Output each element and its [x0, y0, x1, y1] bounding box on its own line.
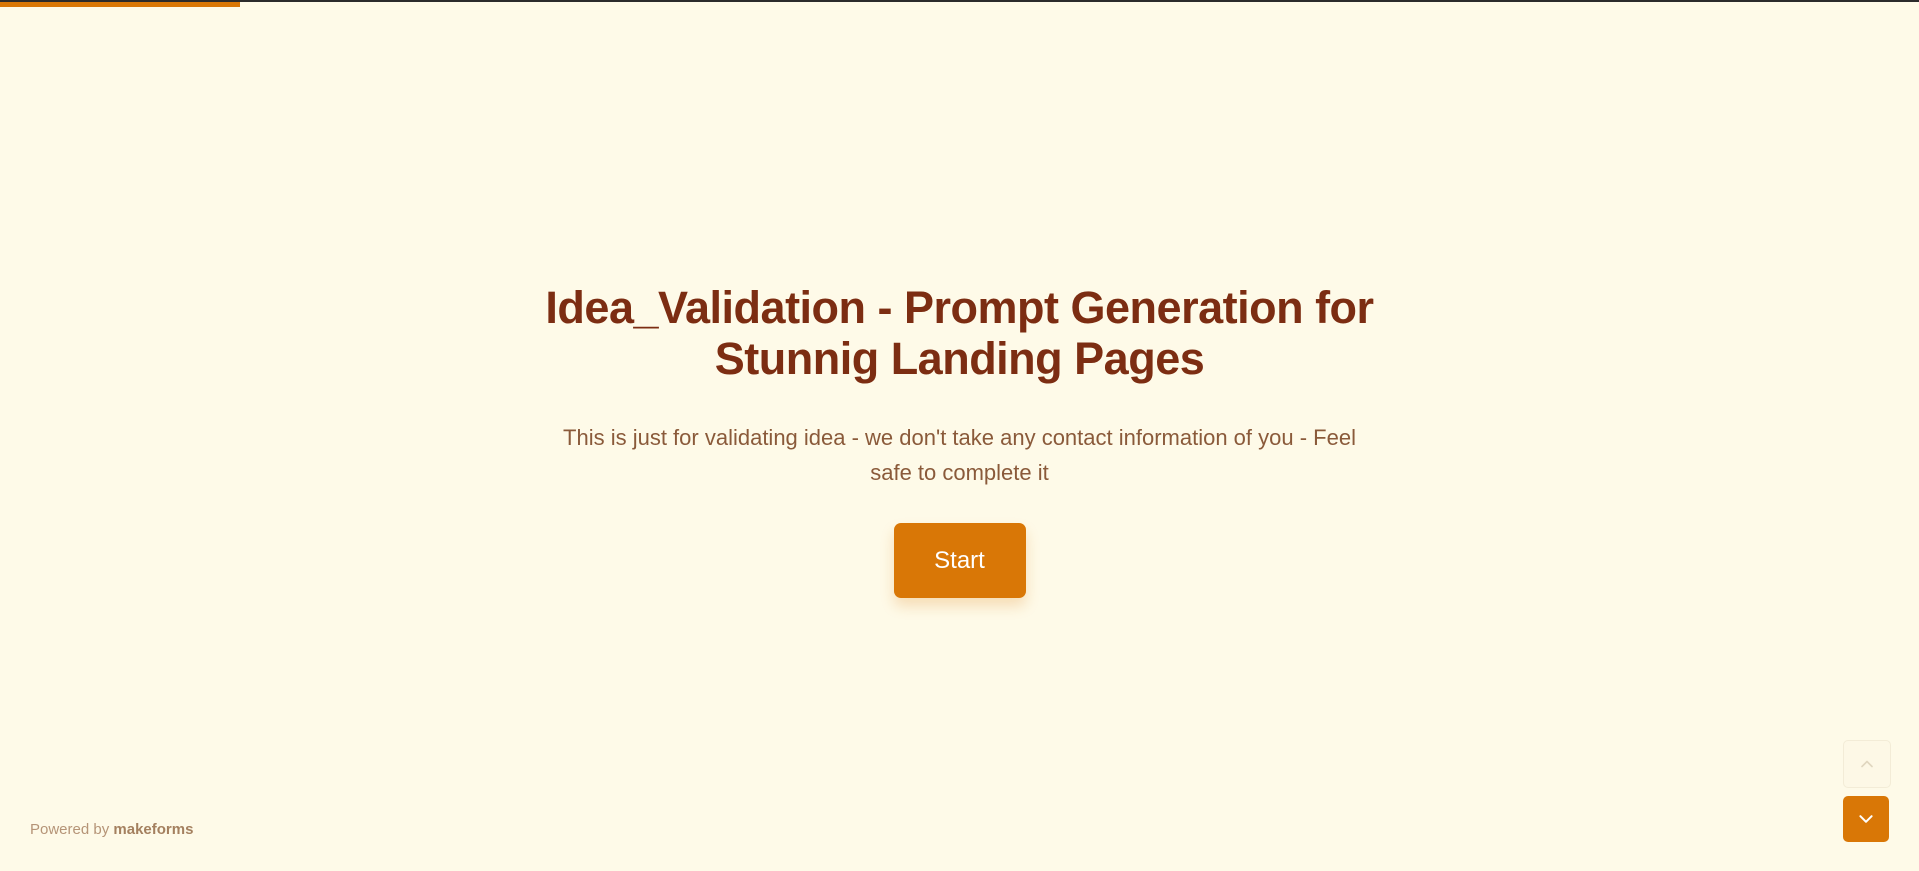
welcome-screen: Idea_Validation - Prompt Generation for … [0, 282, 1919, 598]
chevron-down-icon [1859, 815, 1873, 823]
previous-button[interactable] [1843, 740, 1891, 788]
form-description: This is just for validating idea - we do… [563, 425, 1356, 485]
progress-fill [0, 2, 240, 7]
brand-name: makeforms [113, 821, 194, 838]
start-button[interactable]: Start [893, 523, 1026, 598]
form-title: Idea_Validation - Prompt Generation for … [545, 282, 1374, 384]
next-button[interactable] [1843, 796, 1889, 842]
chevron-up-icon [1861, 760, 1873, 768]
powered-by-prefix: Powered by [30, 821, 110, 838]
powered-by[interactable]: Powered by makeforms [30, 821, 193, 838]
form-page: Idea_Validation - Prompt Generation for … [0, 0, 1919, 871]
progress-bar [0, 2, 1919, 7]
